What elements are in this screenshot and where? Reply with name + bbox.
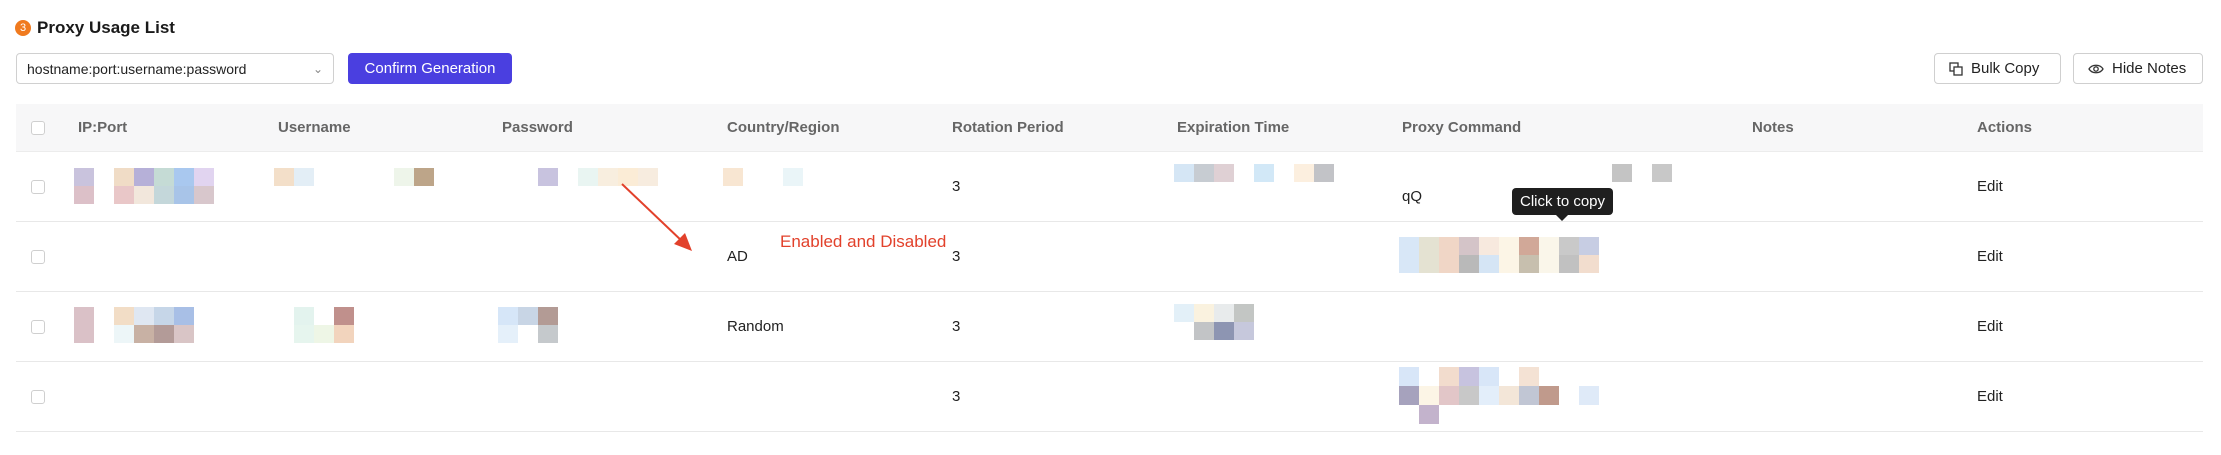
edit-button[interactable]: Edit [1977,318,2003,335]
col-notes: Notes [1752,119,1794,136]
bulk-copy-button[interactable]: Bulk Copy [1934,53,2061,84]
redacted-password [498,168,658,186]
chevron-down-icon: ⌄ [312,61,323,76]
redacted-country [723,168,883,186]
proxy-command-value[interactable]: qQ [1402,188,1422,205]
country-region: AD [727,248,748,265]
table-row: 3 Edit [16,362,2203,432]
redacted-ip [74,307,234,343]
redacted-command [1592,164,1652,182]
row-checkbox[interactable] [31,249,45,264]
redacted-username [294,307,354,343]
edit-button[interactable]: Edit [1977,178,2003,195]
col-username: Username [278,119,351,136]
edit-button[interactable]: Edit [1977,248,2003,265]
rotation-period: 3 [952,248,961,265]
row-checkbox[interactable] [31,179,45,194]
table-row: Random 3 Edit [16,292,2203,362]
eye-icon [2088,64,2104,73]
section-title: 3 Proxy Usage List [15,18,175,38]
row-checkbox[interactable] [31,389,45,404]
rotation-period: 3 [952,388,961,405]
redacted-password [498,307,558,343]
step-badge: 3 [15,20,31,36]
col-expiration: Expiration Time [1177,119,1290,136]
select-all-checkbox[interactable] [31,120,45,135]
annotation-label: Enabled and Disabled [780,232,947,251]
country-region: Random [727,318,784,335]
table-row: AD 3 Edit [16,222,2203,292]
page-title: Proxy Usage List [37,18,175,37]
redacted-expiration [1174,164,1334,200]
redacted-username [274,168,434,186]
copy-tooltip: Click to copy [1512,188,1614,221]
hide-notes-label: Hide Notes [2112,60,2187,77]
format-select-value: hostname:port:username:password [27,60,247,77]
redacted-command-part [1652,164,1672,182]
rotation-period: 3 [952,178,961,195]
hide-notes-button[interactable]: Hide Notes [2073,53,2203,84]
col-actions: Actions [1977,119,2033,136]
col-rotation: Rotation Period [952,119,1064,136]
bulk-copy-label: Bulk Copy [1971,60,2040,77]
row-checkbox[interactable] [31,319,45,334]
confirm-generation-button[interactable]: Confirm Generation [348,53,512,84]
proxy-table: IP:Port Username Password Country/Region… [16,104,2203,432]
col-ip-port: IP:Port [78,119,128,136]
edit-button[interactable]: Edit [1977,388,2003,405]
rotation-period: 3 [952,318,961,335]
copy-icon [1949,61,1963,76]
redacted-ip [74,168,234,204]
format-select[interactable]: hostname:port:username:password ⌄ [16,53,334,84]
table-header: IP:Port Username Password Country/Region… [16,104,2203,152]
col-proxy-command: Proxy Command [1402,119,1522,136]
table-row: 3 qQ Edit [16,152,2203,222]
redacted-expiration [1174,304,1254,340]
col-password: Password [502,119,573,136]
redacted-command [1399,367,1619,424]
redacted-command [1399,237,1619,273]
col-country: Country/Region [727,119,840,136]
